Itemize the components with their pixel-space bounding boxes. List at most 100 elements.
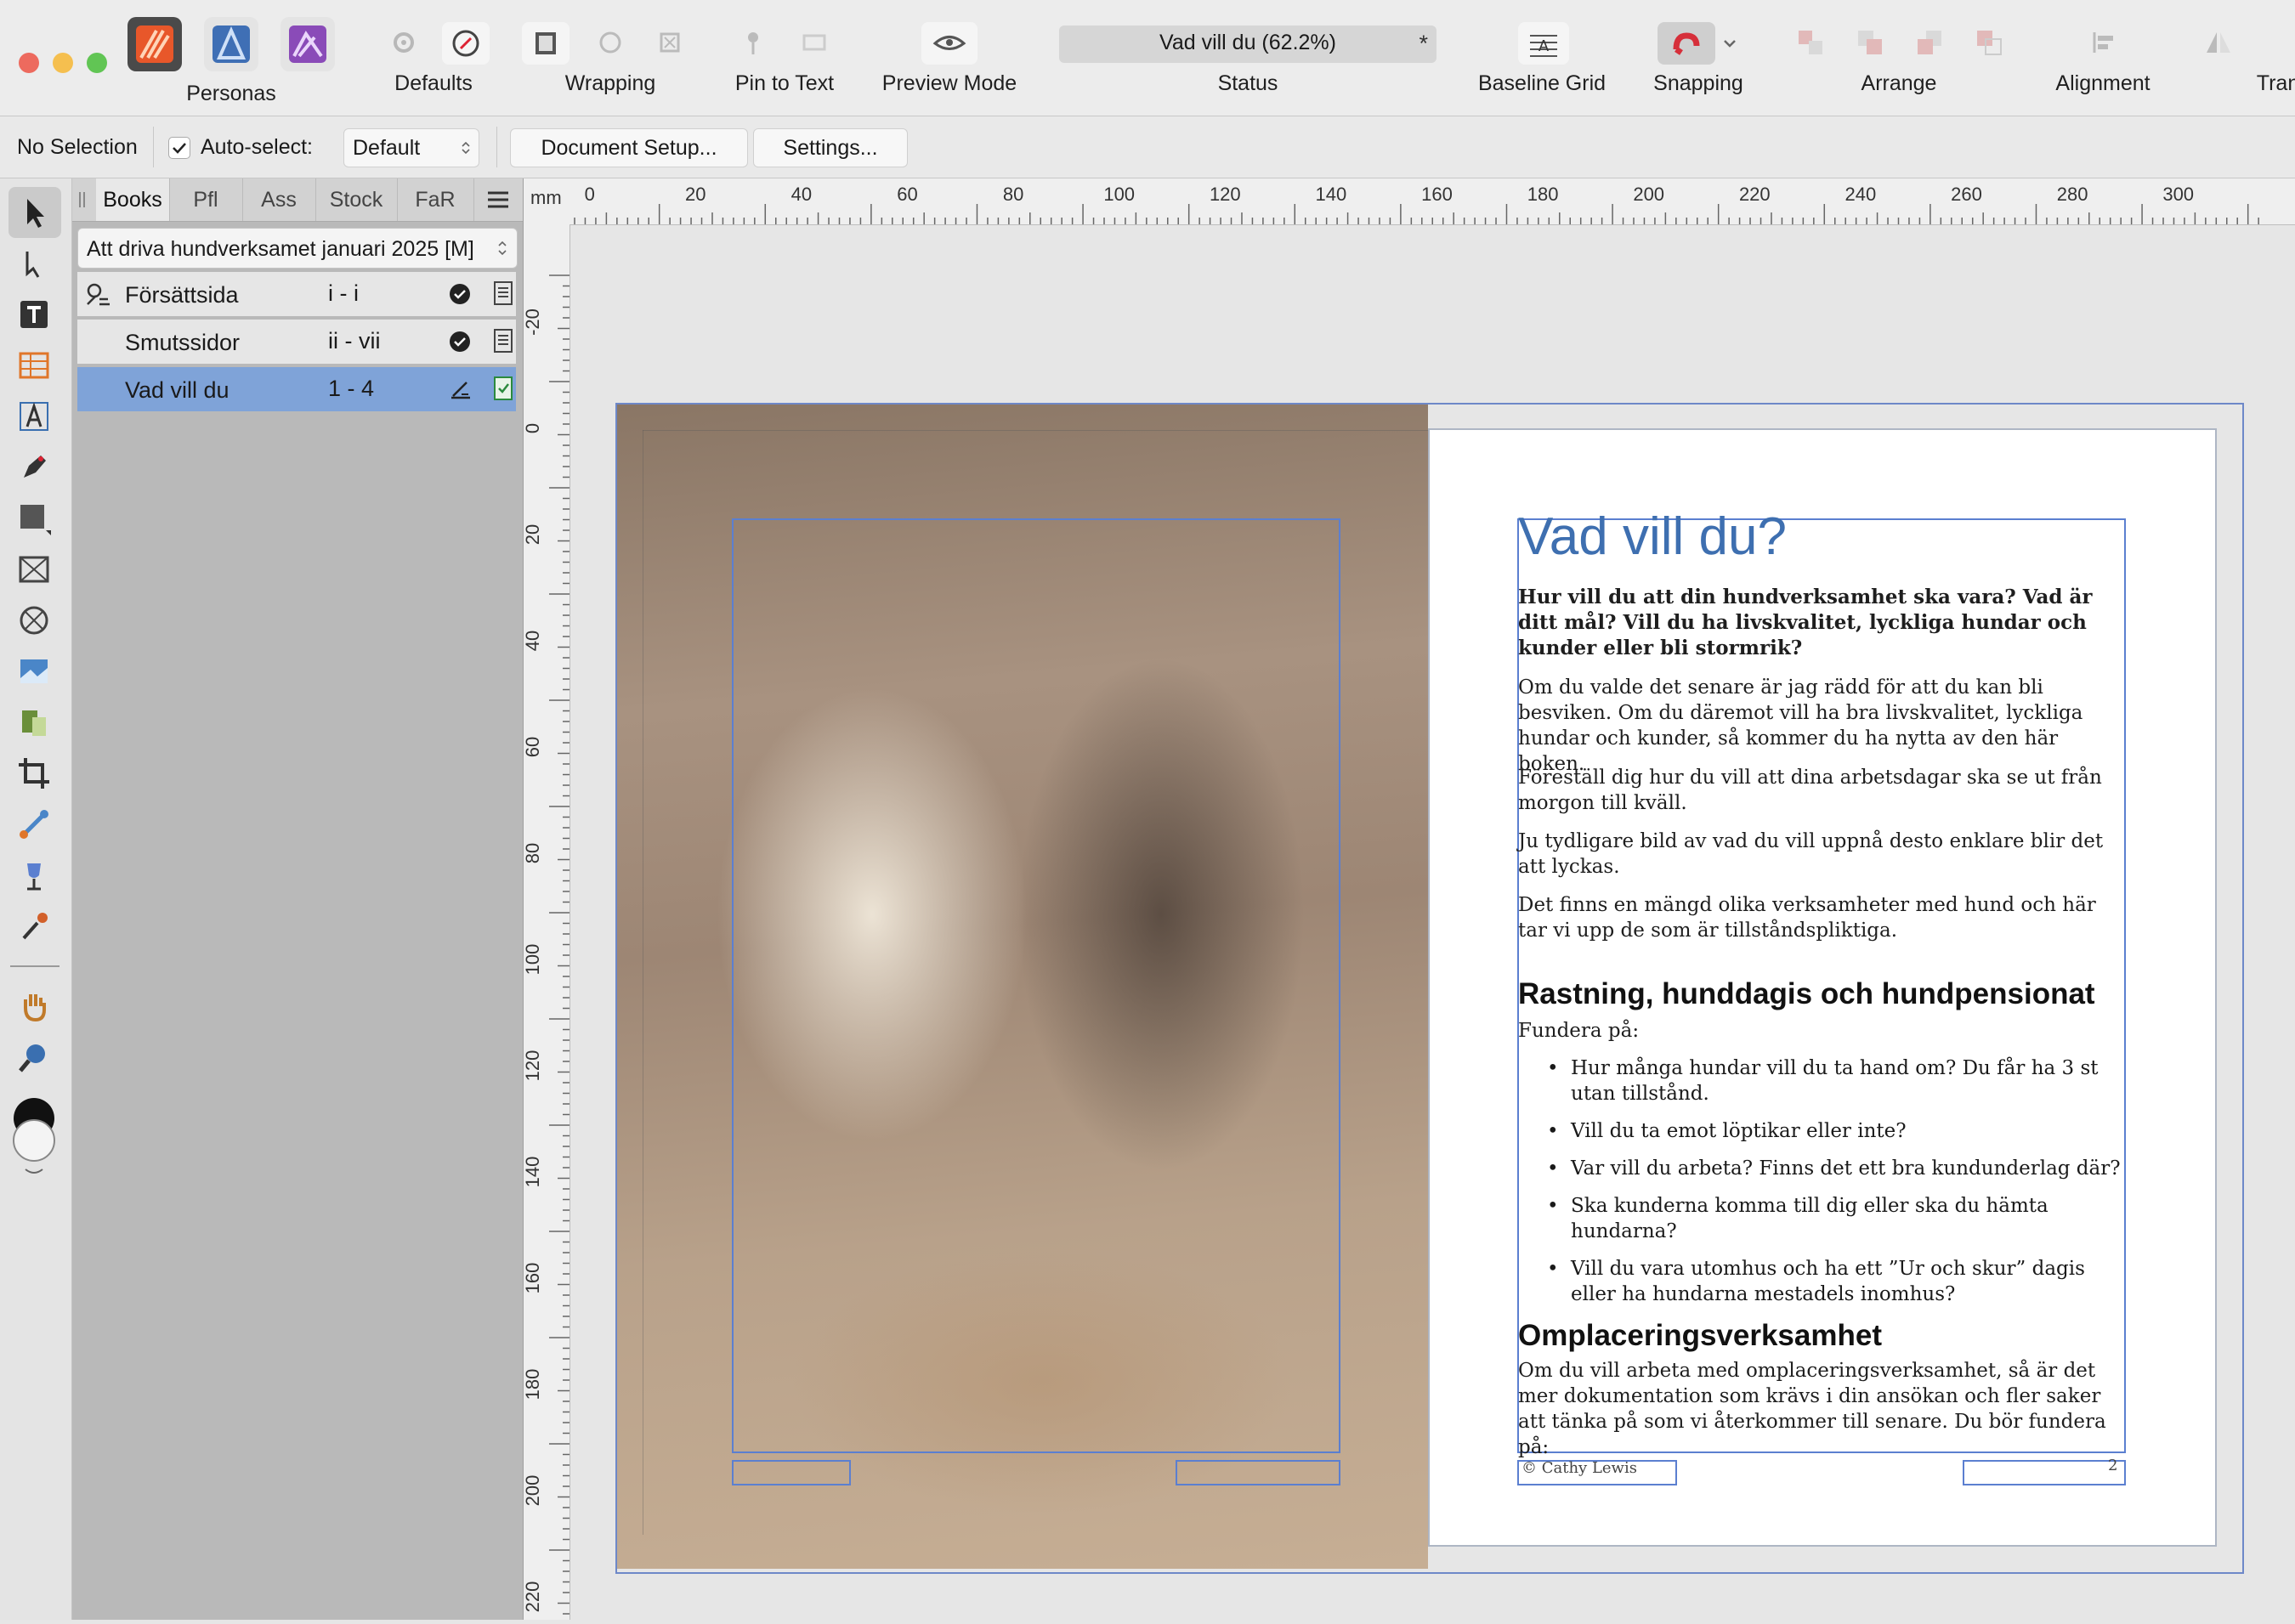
section-heading[interactable]: Rastning, hunddagis och hundpensionat <box>1518 977 2095 1011</box>
selection-status: No Selection <box>17 135 138 159</box>
tab-find-replace[interactable]: FaR <box>397 178 474 221</box>
settings-button[interactable]: Settings... <box>753 128 908 167</box>
table-tool-icon[interactable] <box>15 347 53 384</box>
photo-persona-icon <box>289 25 326 63</box>
ruler-label: 20 <box>524 524 543 545</box>
align-left-icon[interactable] <box>2088 25 2122 59</box>
body-paragraph[interactable]: Om du valde det senare är jag rädd för a… <box>1518 675 2127 777</box>
chapter-row-forsattsida[interactable]: Försättsida i - i <box>77 272 516 316</box>
auto-select-checkbox[interactable] <box>168 137 190 159</box>
footer-credit[interactable]: © Cathy Lewis <box>1522 1459 1637 1477</box>
tab-stock[interactable]: Stock <box>315 178 398 221</box>
wrap-through-icon[interactable] <box>653 25 687 59</box>
chapter-page-range: 1 - 4 <box>328 376 375 401</box>
list-item[interactable]: Ska kunderna komma till dig eller ska du… <box>1518 1193 2127 1244</box>
wrap-tight-icon[interactable] <box>593 25 627 59</box>
body-paragraph[interactable]: Ju tydligare bild av vad du vill uppnå d… <box>1518 829 2127 880</box>
page-title[interactable]: Vad vill du? <box>1518 506 1787 567</box>
open-document-icon[interactable] <box>492 376 514 401</box>
lead-paragraph[interactable]: Hur vill du att din hundverksamhet ska v… <box>1518 585 2127 661</box>
tab-preflight[interactable]: Pfl <box>169 178 243 221</box>
context-toolbar: No Selection Auto-select: Default Docume… <box>0 116 2295 178</box>
check-circle-icon <box>450 284 470 304</box>
move-back-one-icon[interactable] <box>1853 25 1887 59</box>
left-footer-frame[interactable] <box>732 1460 851 1485</box>
pin-icon[interactable] <box>736 25 770 59</box>
chapter-style-icon <box>87 283 110 306</box>
left-page-number-frame[interactable] <box>1176 1460 1340 1485</box>
crop-tool-icon[interactable] <box>15 755 53 792</box>
chapter-row-vad-vill-du[interactable]: Vad vill du 1 - 4 <box>77 367 516 411</box>
publisher-persona-button[interactable] <box>128 17 182 71</box>
text-wrap-icon <box>536 32 556 54</box>
tab-assets[interactable]: Ass <box>242 178 316 221</box>
divider <box>496 127 497 167</box>
chapter-name: Smutssidor <box>125 330 241 355</box>
place-image-tool-icon[interactable] <box>15 653 53 690</box>
pen-tool-icon[interactable] <box>15 449 53 486</box>
move-tool-icon[interactable] <box>15 194 53 231</box>
photo-persona-button[interactable] <box>280 17 335 71</box>
flip-horizontal-icon[interactable] <box>2202 25 2236 59</box>
document-setup-button[interactable]: Document Setup... <box>510 128 748 167</box>
ellipse-frame-tool-icon[interactable] <box>15 602 53 639</box>
node-tool-icon[interactable] <box>15 245 53 282</box>
vertical-ruler[interactable]: -20 0 20 40 60 80 100 120 140 160 180 200 220 <box>522 224 570 1620</box>
page-number[interactable]: 2 <box>2108 1457 2117 1474</box>
section-heading[interactable]: Omplaceringsverksamhet <box>1518 1319 1882 1353</box>
section-intro[interactable]: Fundera på: <box>1518 1018 2127 1044</box>
hand-tool-icon[interactable] <box>15 987 53 1025</box>
list-item[interactable]: Vill du ta emot löptikar eller inte? <box>1518 1118 2127 1144</box>
picture-frame-tool-icon[interactable] <box>15 551 53 588</box>
preview-mode-button[interactable] <box>921 22 978 65</box>
modified-indicator: * <box>1419 31 1428 56</box>
defaults-button[interactable] <box>442 22 490 65</box>
color-swatches-icon[interactable] <box>10 1096 63 1181</box>
move-to-front-icon[interactable] <box>1972 25 2006 59</box>
minimize-window-button[interactable] <box>53 53 73 73</box>
gear-icon <box>394 32 414 53</box>
chevron-down-icon[interactable] <box>1717 25 1742 59</box>
book-dropdown[interactable]: Att driva hundverksamet januari 2025 [M] <box>77 228 518 269</box>
chapter-row-smutssidor[interactable]: Smutssidor ii - vii <box>77 320 516 364</box>
frame-text-tool-icon[interactable] <box>15 296 53 333</box>
ruler-label: 20 <box>685 184 706 205</box>
snapping-button[interactable] <box>1658 22 1715 65</box>
body-paragraph[interactable]: Om du vill arbeta med omplaceringsverksa… <box>1518 1358 2127 1460</box>
gradient-tool-icon[interactable] <box>15 806 53 843</box>
horizontal-ruler[interactable]: 0 20 40 60 80 100 120 140 160 180 200 220 240 260 280 3… <box>524 178 2295 225</box>
move-to-back-icon[interactable] <box>1794 25 1828 59</box>
panel-menu-icon[interactable] <box>485 189 511 211</box>
ruler-label: 0 <box>524 423 543 433</box>
wrapping-label: Wrapping <box>564 71 656 95</box>
status-field[interactable]: Vad vill du (62.2%) * <box>1059 25 1436 63</box>
baseline-grid-button[interactable]: A <box>1518 22 1569 65</box>
ruler-label: 300 <box>2162 184 2194 205</box>
auto-select-dropdown[interactable]: Default <box>343 128 479 167</box>
designer-persona-button[interactable] <box>204 17 258 71</box>
left-text-frame[interactable] <box>732 518 1340 1453</box>
right-page-number-frame[interactable] <box>1963 1460 2126 1485</box>
horizontal-ruler-scale: 0 20 40 60 80 100 120 140 160 180 200 220 240 260 280 3… <box>574 184 2259 224</box>
close-window-button[interactable] <box>19 53 39 73</box>
list-item[interactable]: Var vill du arbeta? Finns det ett bra ku… <box>1518 1156 2127 1181</box>
zoom-window-button[interactable] <box>87 53 107 73</box>
list-item[interactable]: Hur många hundar vill du ta hand om? Du … <box>1518 1055 2127 1106</box>
pin-inline-icon[interactable] <box>797 25 831 59</box>
document-icon[interactable] <box>492 280 514 306</box>
list-item[interactable]: Vill du vara utomhus och ha ett ”Ur och … <box>1518 1256 2127 1307</box>
zoom-tool-icon[interactable] <box>15 1038 53 1076</box>
color-picker-tool-icon[interactable] <box>15 908 53 945</box>
auto-select-value: Default <box>353 136 421 160</box>
body-paragraph[interactable]: Det finns en mängd olika verksamheter me… <box>1518 892 2127 943</box>
tab-books[interactable]: Books <box>96 178 170 221</box>
body-paragraph[interactable]: Föreställ dig hur du vill att dina arbet… <box>1518 765 2127 816</box>
panel-grip-icon[interactable] <box>79 192 85 207</box>
rectangle-tool-icon[interactable] <box>15 500 53 537</box>
document-icon[interactable] <box>492 328 514 354</box>
wrap-square-button[interactable] <box>522 22 570 65</box>
transparency-tool-icon[interactable] <box>15 857 53 894</box>
fill-tool-icon[interactable] <box>15 704 53 741</box>
artistic-text-tool-icon[interactable] <box>15 398 53 435</box>
move-forward-one-icon[interactable] <box>1912 25 1946 59</box>
